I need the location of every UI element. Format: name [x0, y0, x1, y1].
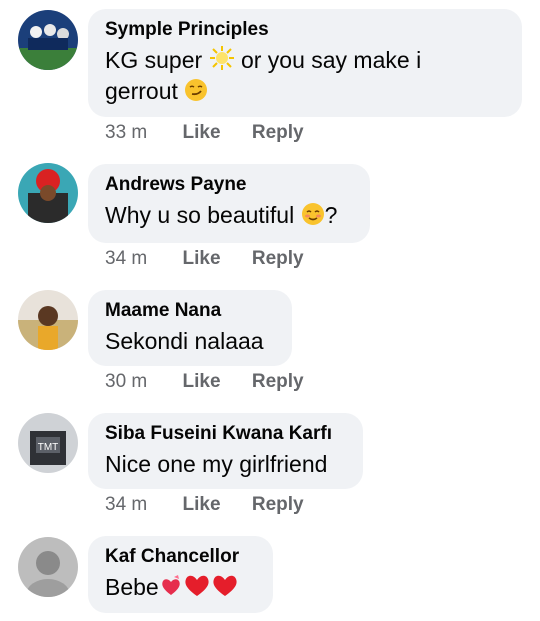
comment-time[interactable]: 34 m: [105, 494, 147, 516]
comment-bubble: Symple Principles KG super or you say ma…: [88, 9, 522, 117]
reply-button[interactable]: Reply: [252, 494, 304, 516]
heart-ribbon-emoji-icon: [159, 574, 183, 598]
smiling-blush-emoji-icon: [301, 202, 325, 226]
avatar[interactable]: [18, 290, 78, 350]
like-button[interactable]: Like: [183, 371, 221, 393]
comment-actions: 33 m Like Reply: [105, 122, 304, 144]
comment-time[interactable]: 30 m: [105, 371, 147, 393]
reply-button[interactable]: Reply: [252, 122, 304, 144]
avatar[interactable]: [18, 537, 78, 597]
comment-actions: 34 m Like Reply: [105, 248, 304, 270]
avatar[interactable]: [18, 10, 78, 70]
comment-author[interactable]: Symple Principles: [105, 19, 505, 41]
comment-author[interactable]: Maame Nana: [105, 300, 275, 322]
comment-bubble: Andrews Payne Why u so beautiful ?: [88, 164, 370, 243]
avatar[interactable]: [18, 163, 78, 223]
comment-actions: 30 m Like Reply: [105, 371, 304, 393]
like-button[interactable]: Like: [183, 494, 221, 516]
comment-author[interactable]: Siba Fuseini Kwana Karfı: [105, 423, 346, 445]
comment-text: KG super or you say make i gerrout: [105, 45, 422, 104]
svg-text:TMT: TMT: [38, 442, 59, 453]
red-heart-emoji-icon: [183, 572, 211, 598]
smirk-emoji-icon: [184, 78, 208, 102]
sun-emoji-icon: [209, 45, 235, 71]
comment-text: Sekondi nalaaa: [105, 328, 264, 354]
like-button[interactable]: Like: [183, 122, 221, 144]
comment-bubble: Maame Nana Sekondi nalaaa: [88, 290, 292, 366]
comment-time[interactable]: 33 m: [105, 122, 147, 144]
comment-time[interactable]: 34 m: [105, 248, 147, 270]
comment-bubble: Siba Fuseini Kwana Karfı Nice one my gir…: [88, 413, 363, 489]
comment-text: Nice one my girlfriend: [105, 451, 328, 477]
reply-button[interactable]: Reply: [252, 371, 304, 393]
comment-actions: 34 m Like Reply: [105, 494, 304, 516]
comment-text: Why u so beautiful ?: [105, 202, 338, 228]
comment-author[interactable]: Andrews Payne: [105, 174, 353, 196]
comment-text: Bebe: [105, 572, 256, 603]
reply-button[interactable]: Reply: [252, 248, 304, 270]
red-heart-emoji-icon: [211, 572, 239, 598]
like-button[interactable]: Like: [183, 248, 221, 270]
comment-bubble: Kaf Chancellor Bebe: [88, 536, 273, 613]
avatar[interactable]: TMT: [18, 413, 78, 473]
comment-author[interactable]: Kaf Chancellor: [105, 546, 256, 568]
